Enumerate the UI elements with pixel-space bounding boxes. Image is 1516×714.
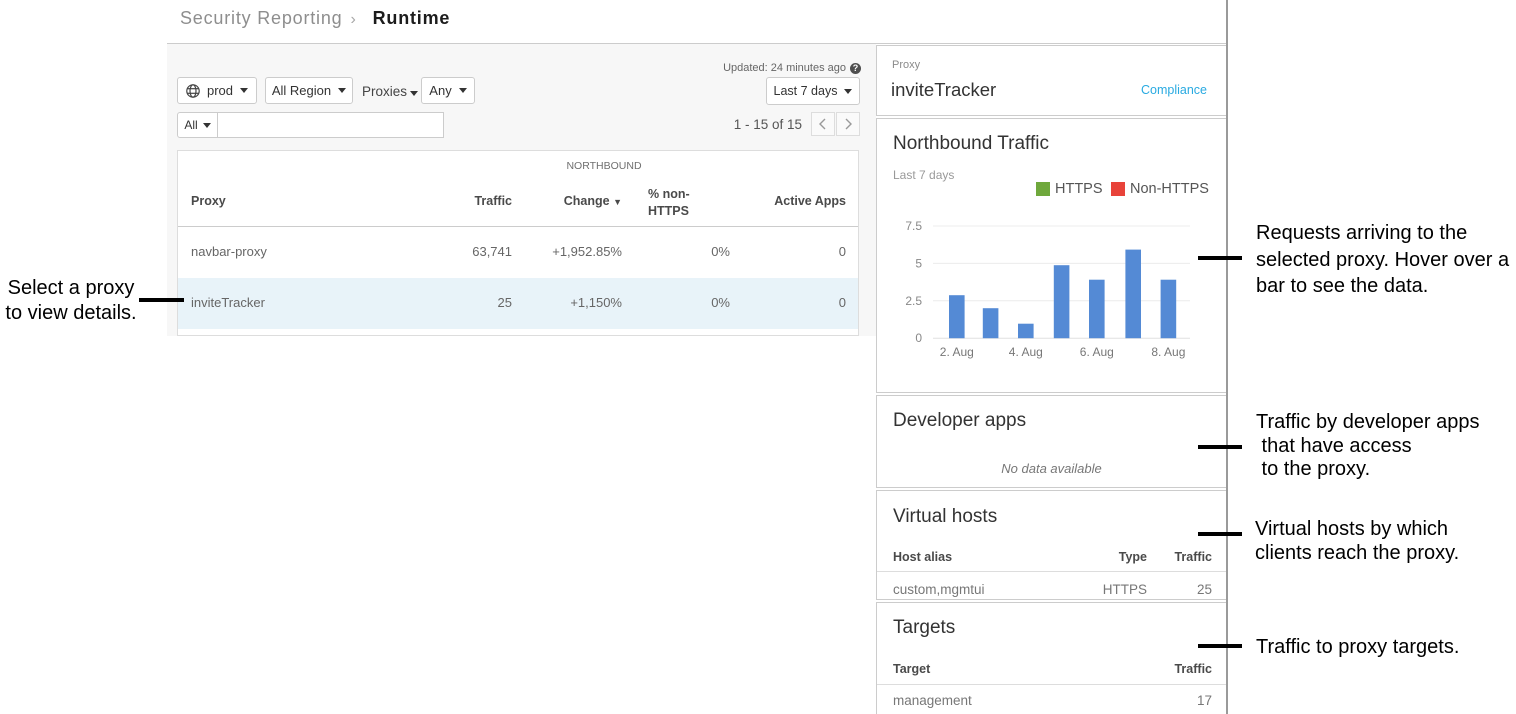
svg-text:6. Aug: 6. Aug bbox=[1080, 345, 1114, 359]
svg-text:2.5: 2.5 bbox=[905, 294, 922, 308]
svg-text:7.5: 7.5 bbox=[905, 219, 922, 233]
svg-text:4. Aug: 4. Aug bbox=[1009, 345, 1043, 359]
svg-text:5: 5 bbox=[915, 256, 922, 270]
svg-text:8. Aug: 8. Aug bbox=[1151, 345, 1185, 359]
svg-text:0: 0 bbox=[915, 331, 922, 345]
svg-text:2. Aug: 2. Aug bbox=[940, 345, 974, 359]
